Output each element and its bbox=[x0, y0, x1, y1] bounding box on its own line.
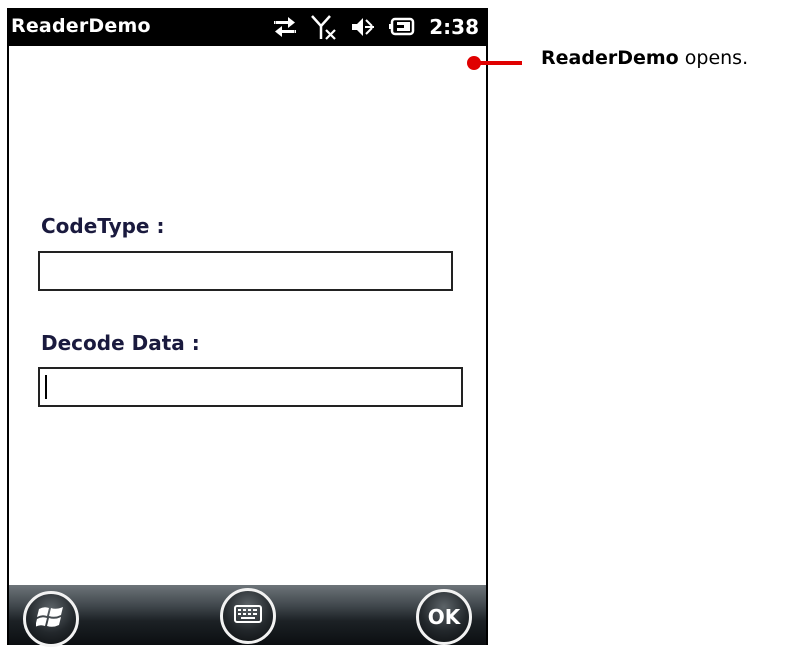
keyboard-button[interactable] bbox=[220, 588, 276, 644]
bottom-toolbar: OK bbox=[7, 585, 488, 647]
callout-line bbox=[478, 61, 522, 65]
codetype-label: CodeType : bbox=[41, 214, 165, 238]
codetype-field[interactable] bbox=[38, 251, 453, 291]
device-screen: ReaderDemo 2:38 CodeType: Decode Data:… bbox=[7, 8, 488, 647]
callout-annotation: ReaderDemo opens. bbox=[541, 47, 748, 69]
keyboard-icon bbox=[234, 604, 262, 628]
decode-data-label: Decode Data : bbox=[41, 331, 200, 355]
data-sync-icon bbox=[273, 17, 297, 37]
status-icons: 2:38 bbox=[273, 13, 479, 41]
start-button[interactable] bbox=[23, 591, 79, 647]
app-title: ReaderDemo bbox=[11, 15, 151, 37]
text-caret bbox=[45, 375, 47, 399]
decode-data-field[interactable] bbox=[38, 367, 463, 407]
ok-button[interactable]: OK bbox=[416, 589, 472, 645]
callout-rest: opens. bbox=[678, 47, 749, 69]
battery-charging-icon bbox=[389, 16, 415, 38]
callout-app-name: ReaderDemo bbox=[541, 47, 679, 69]
status-clock: 2:38 bbox=[429, 15, 479, 39]
windows-start-icon bbox=[35, 603, 66, 635]
status-bar: ReaderDemo 2:38 bbox=[7, 8, 488, 46]
no-signal-icon bbox=[311, 14, 337, 40]
speaker-muted-icon bbox=[351, 16, 375, 38]
app-content: CodeType : Decode Data : bbox=[7, 46, 488, 585]
